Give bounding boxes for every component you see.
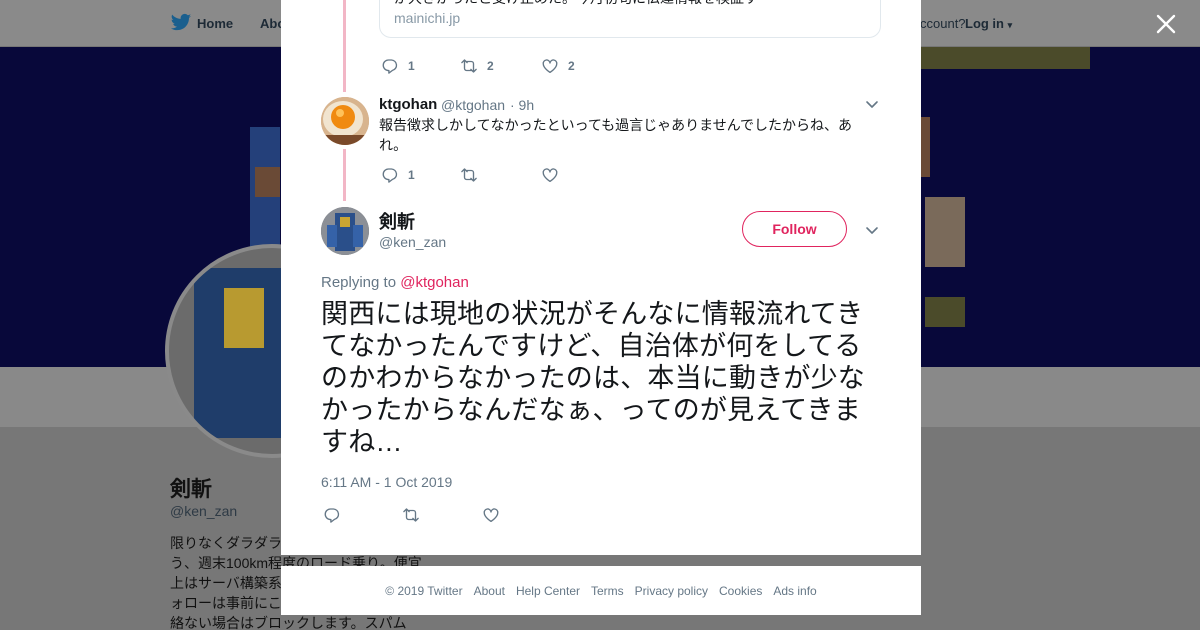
link-card-domain: mainichi.jp [394, 10, 461, 26]
footer-link-about[interactable]: About [474, 584, 505, 598]
footer: © 2019 Twitter About Help Center Terms P… [281, 566, 921, 615]
egg-yolk-avatar-image [321, 97, 369, 145]
like-button[interactable] [482, 506, 500, 524]
reply-icon [382, 59, 398, 74]
follow-button[interactable]: Follow [742, 211, 847, 247]
like-button[interactable] [541, 166, 559, 184]
twitter-bird-icon[interactable] [170, 13, 192, 33]
tweet-time[interactable]: · 9h [510, 97, 534, 113]
retweet-button[interactable] [460, 166, 478, 184]
like-icon [483, 508, 499, 523]
reply-icon [324, 508, 340, 523]
nav-login[interactable]: Log in ▾ [965, 16, 1012, 31]
replying-to: Replying to @ktgohan [321, 274, 469, 291]
avatar[interactable] [321, 207, 369, 255]
avatar[interactable] [321, 97, 369, 145]
tweet-author-handle[interactable]: @ken_zan [379, 234, 446, 250]
retweet-icon [461, 59, 477, 73]
reply-button[interactable]: 1 [381, 166, 415, 184]
footer-copyright: © 2019 Twitter [385, 583, 463, 598]
bio-line: 絡ない場合はブロックします。スパム [170, 615, 407, 630]
retweet-button[interactable] [402, 506, 420, 524]
tweet-modal: が大きかったと受け止めた。今月初旬に伝達情報を検証す mainichi.jp 1… [281, 0, 921, 555]
nav-account-prompt: ccount? [920, 16, 966, 31]
retweet-icon [403, 508, 419, 522]
link-card-snippet: が大きかったと受け止めた。今月初旬に伝達情報を検証す [394, 0, 758, 8]
close-icon[interactable] [1154, 12, 1178, 36]
like-count: 2 [568, 59, 575, 73]
retweet-count: 2 [487, 59, 494, 73]
thread-line [343, 0, 346, 92]
reply-button[interactable]: 1 [381, 57, 415, 75]
reply-count: 1 [408, 59, 415, 73]
like-icon [542, 59, 558, 74]
profile-handle: @ken_zan [170, 503, 238, 519]
reply-count: 1 [408, 168, 415, 182]
like-button[interactable]: 2 [541, 57, 575, 75]
tweet-text: 関西には現地の状況がそんなに情報流れてきてなかったんですけど、自治体が何をしてる… [321, 299, 865, 457]
profile-name: 剣斬 [170, 478, 212, 501]
robot-avatar-image [321, 207, 369, 255]
chevron-down-icon[interactable] [865, 97, 879, 111]
reply-icon [382, 168, 398, 183]
tweet-author-handle[interactable]: @ktgohan [441, 97, 505, 113]
retweet-button[interactable]: 2 [460, 57, 494, 75]
reply-button[interactable] [323, 506, 341, 524]
tweet-author-name[interactable]: ktgohan [379, 96, 437, 113]
mention-link[interactable]: @ktgohan [400, 274, 469, 291]
tweet-text: 報告徴求しかしてなかったといっても過言じゃありませんでしたからね、あれ。 [379, 117, 853, 153]
footer-link-help-center[interactable]: Help Center [516, 584, 580, 598]
like-icon [542, 168, 558, 183]
thread-line [343, 149, 346, 201]
footer-link-terms[interactable]: Terms [591, 584, 624, 598]
tweet-timestamp[interactable]: 6:11 AM - 1 Oct 2019 [321, 474, 452, 490]
login-label[interactable]: Log in [965, 16, 1004, 31]
caret-down-icon: ▾ [1007, 20, 1013, 30]
replying-prefix: Replying to [321, 274, 397, 291]
chevron-down-icon[interactable] [865, 223, 879, 237]
link-card[interactable]: が大きかったと受け止めた。今月初旬に伝達情報を検証す mainichi.jp [379, 0, 881, 38]
tweet-author-name[interactable]: 剣斬 [379, 208, 415, 234]
retweet-icon [461, 168, 477, 182]
footer-link-ads-info[interactable]: Ads info [773, 584, 816, 598]
footer-link-privacy[interactable]: Privacy policy [635, 584, 708, 598]
nav-home[interactable]: Home [197, 16, 233, 31]
footer-link-cookies[interactable]: Cookies [719, 584, 762, 598]
